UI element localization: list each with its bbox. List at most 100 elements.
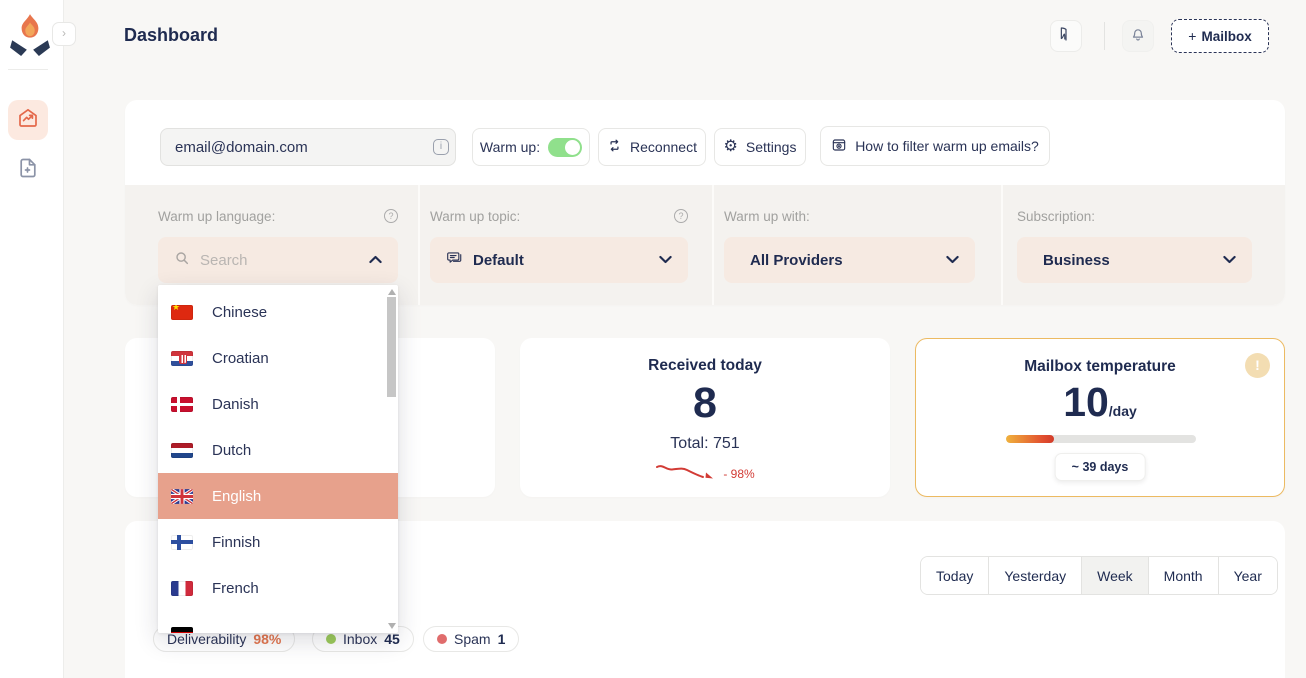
language-option-english[interactable]: English bbox=[158, 473, 398, 519]
chevron-down-icon bbox=[659, 251, 672, 269]
language-option-label: Finnish bbox=[212, 534, 260, 551]
scrollbar-thumb[interactable] bbox=[387, 297, 396, 397]
red-dot-icon bbox=[437, 634, 447, 644]
sidebar-item-dashboard[interactable] bbox=[8, 100, 48, 140]
language-select[interactable]: Search bbox=[158, 237, 398, 283]
notifications-button[interactable] bbox=[1122, 20, 1154, 52]
received-today-card: Received today 8 Total: 751 - 98% bbox=[520, 338, 890, 497]
language-option-label: Danish bbox=[212, 396, 259, 413]
language-option-french[interactable]: French bbox=[158, 565, 398, 611]
language-option-danish[interactable]: Danish bbox=[158, 381, 398, 427]
flag-chinese-icon bbox=[171, 305, 193, 320]
strip-divider bbox=[1001, 185, 1003, 305]
scroll-up-icon[interactable] bbox=[388, 289, 396, 295]
spam-badge[interactable]: Spam 1 bbox=[423, 626, 519, 652]
temperature-card-title: Mailbox temperature bbox=[916, 358, 1284, 376]
home-chart-icon bbox=[16, 106, 40, 135]
sidebar-expand-button[interactable]: › bbox=[52, 22, 76, 46]
sidebar-divider bbox=[8, 69, 48, 70]
settings-button-label: Settings bbox=[746, 139, 797, 155]
plus-icon: + bbox=[1188, 28, 1196, 44]
language-option-label: French bbox=[212, 580, 259, 597]
language-option-label: Chinese bbox=[212, 304, 267, 321]
temperature-progress-bar bbox=[1006, 435, 1196, 443]
docs-button[interactable] bbox=[1050, 20, 1082, 52]
filter-label-subscription: Subscription: bbox=[1017, 209, 1095, 224]
tab-month[interactable]: Month bbox=[1149, 557, 1219, 594]
language-option-label: Dutch bbox=[212, 442, 251, 459]
warmup-toggle-switch[interactable] bbox=[548, 138, 582, 157]
strip-divider bbox=[418, 185, 420, 305]
file-plus-icon bbox=[16, 156, 40, 185]
topic-select-value: Default bbox=[473, 252, 524, 269]
language-dropdown: Chinese Croatian Danish Dutch English Fi… bbox=[158, 285, 398, 633]
language-option-dutch[interactable]: Dutch bbox=[158, 427, 398, 473]
scroll-down-icon[interactable] bbox=[388, 623, 396, 629]
language-search-input[interactable]: Search bbox=[200, 252, 248, 269]
temperature-unit: /day bbox=[1109, 403, 1137, 419]
help-icon[interactable]: ? bbox=[384, 209, 398, 223]
warning-info-icon[interactable]: ! bbox=[1245, 353, 1270, 378]
flag-dutch-icon bbox=[171, 443, 193, 458]
toggle-knob bbox=[565, 140, 580, 155]
temperature-progress-fill bbox=[1006, 435, 1054, 443]
language-option-german-partial[interactable] bbox=[158, 611, 398, 633]
sidebar: › bbox=[0, 0, 64, 678]
tab-week[interactable]: Week bbox=[1082, 557, 1149, 594]
dropdown-scrollbar[interactable] bbox=[386, 287, 397, 631]
add-mailbox-button[interactable]: + Mailbox bbox=[1171, 19, 1269, 53]
flag-finnish-icon bbox=[171, 535, 193, 550]
flag-german-icon bbox=[171, 627, 193, 634]
deliverability-label: Deliverability bbox=[167, 631, 246, 647]
gear-icon: ⚙ bbox=[724, 139, 738, 155]
flag-danish-icon bbox=[171, 397, 193, 412]
flag-french-icon bbox=[171, 581, 193, 596]
provider-select[interactable]: All Providers bbox=[724, 237, 975, 283]
inbox-value: 45 bbox=[384, 631, 400, 647]
received-total: Total: 751 bbox=[520, 435, 890, 453]
language-option-chinese[interactable]: Chinese bbox=[158, 289, 398, 335]
language-option-croatian[interactable]: Croatian bbox=[158, 335, 398, 381]
header-divider bbox=[1104, 22, 1105, 50]
add-mailbox-button-label: Mailbox bbox=[1201, 29, 1251, 44]
chevron-right-icon: › bbox=[62, 26, 66, 40]
warmup-toggle-button[interactable]: Warm up: bbox=[472, 128, 590, 166]
info-icon[interactable]: i bbox=[433, 139, 449, 155]
tab-today[interactable]: Today bbox=[921, 557, 989, 594]
reconnect-button[interactable]: Reconnect bbox=[598, 128, 706, 166]
help-icon[interactable]: ? bbox=[674, 209, 688, 223]
spam-label: Spam bbox=[454, 631, 491, 647]
subscription-select[interactable]: Business bbox=[1017, 237, 1252, 283]
temperature-eta-badge: ~ 39 days bbox=[1055, 453, 1146, 481]
chat-icon bbox=[446, 249, 463, 271]
page-title: Dashboard bbox=[124, 25, 218, 46]
deliverability-value: 98% bbox=[253, 631, 281, 647]
reconnect-button-label: Reconnect bbox=[630, 139, 697, 155]
chevron-down-icon bbox=[1223, 251, 1236, 269]
spam-value: 1 bbox=[498, 631, 506, 647]
search-icon bbox=[174, 250, 190, 271]
received-trend-value: - 98% bbox=[723, 467, 754, 481]
received-today-value: 8 bbox=[520, 382, 890, 425]
sidebar-item-add-mailbox[interactable] bbox=[8, 150, 48, 190]
settings-button[interactable]: ⚙ Settings bbox=[714, 128, 806, 166]
provider-select-value: All Providers bbox=[750, 252, 843, 269]
topic-select[interactable]: Default bbox=[430, 237, 688, 283]
tab-yesterday[interactable]: Yesterday bbox=[989, 557, 1082, 594]
subscription-select-value: Business bbox=[1043, 252, 1110, 269]
filter-label-topic: Warm up topic: bbox=[430, 209, 520, 224]
period-tab-group: Today Yesterday Week Month Year bbox=[920, 556, 1278, 595]
tab-year[interactable]: Year bbox=[1219, 557, 1277, 594]
green-dot-icon bbox=[326, 634, 336, 644]
filter-label-provider: Warm up with: bbox=[724, 209, 810, 224]
howto-filter-button[interactable]: How to filter warm up emails? bbox=[820, 126, 1050, 166]
email-input[interactable] bbox=[160, 128, 456, 166]
video-icon bbox=[831, 137, 847, 156]
strip-divider bbox=[712, 185, 714, 305]
flag-english-icon bbox=[171, 489, 193, 504]
chevron-down-icon bbox=[946, 251, 959, 269]
flag-croatian-icon bbox=[171, 351, 193, 366]
reconnect-icon bbox=[607, 138, 622, 156]
campfire-logo-icon bbox=[9, 12, 51, 56]
language-option-finnish[interactable]: Finnish bbox=[158, 519, 398, 565]
